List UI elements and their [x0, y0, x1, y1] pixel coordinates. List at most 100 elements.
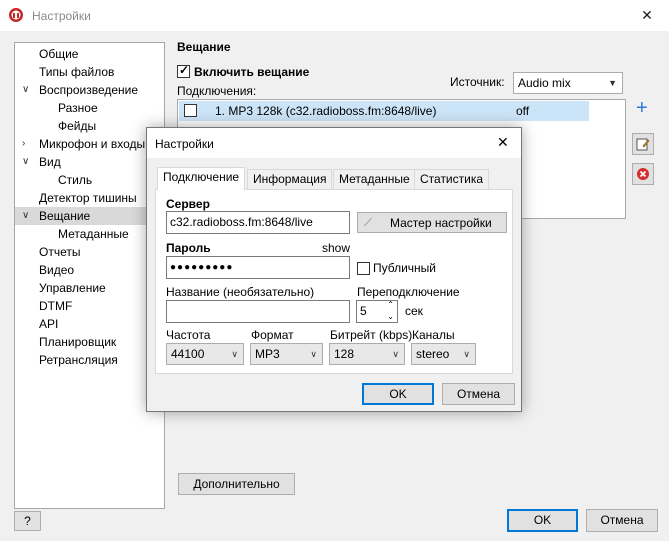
samplerate-value: 44100 — [171, 347, 205, 361]
tab-metadata[interactable]: Метаданные — [333, 169, 416, 190]
tree-item-silence-detector[interactable]: Детектор тишины — [15, 189, 164, 207]
connection-settings-dialog: Настройки ✕ Подключение Информация Метад… — [146, 127, 522, 412]
tree-item-label: Вещание — [39, 209, 91, 223]
edit-icon — [636, 138, 650, 151]
samplerate-label: Частота — [166, 328, 211, 342]
connection-enable-checkbox[interactable] — [184, 104, 197, 117]
server-label: Сервер — [166, 197, 210, 211]
chevron-down-icon[interactable]: ∨ — [22, 81, 29, 99]
connection-status: off — [516, 104, 530, 118]
channels-label: Каналы — [412, 328, 455, 342]
tree-item-label: Вид — [39, 155, 61, 169]
tree-item-file-types[interactable]: Типы файлов — [15, 63, 164, 81]
tree-item-label: Управление — [39, 281, 106, 295]
reconnect-unit: сек — [405, 304, 423, 318]
tree-item-dtmf[interactable]: DTMF — [15, 297, 164, 315]
close-window-button[interactable]: ✕ — [632, 4, 662, 26]
chevron-down-icon[interactable]: ∨ — [22, 153, 29, 171]
bitrate-value: 128 — [334, 347, 355, 361]
close-dialog-button[interactable]: ✕ — [497, 134, 509, 151]
show-password-link[interactable]: show — [322, 241, 350, 255]
password-input[interactable]: ●●●●●●●●● — [166, 256, 350, 279]
setup-wizard-button[interactable]: ⟋ Мастер настройки — [357, 212, 507, 233]
tab-statistics[interactable]: Статистика — [414, 169, 490, 190]
dialog-title-bar: Настройки ✕ — [147, 128, 521, 158]
dialog-ok-button[interactable]: OK — [362, 383, 434, 405]
chevron-down-icon: ∨ — [231, 349, 238, 359]
chevron-down-icon: ∨ — [463, 349, 470, 359]
dialog-title: Настройки — [155, 137, 214, 151]
cancel-button[interactable]: Отмена — [586, 509, 658, 532]
name-label: Название (необязательно) — [166, 285, 315, 299]
samplerate-select[interactable]: 44100 ∨ — [166, 343, 244, 365]
reconnect-label: Переподключение — [357, 285, 460, 299]
bitrate-select[interactable]: 128 ∨ — [329, 343, 405, 365]
tree-item-label: Разное — [58, 101, 98, 115]
advanced-button[interactable]: Дополнительно — [178, 473, 295, 495]
tree-item-label: Воспроизведение — [39, 83, 139, 97]
tree-item-relay[interactable]: Ретрансляция — [15, 351, 164, 369]
tree-item-label: Метаданные — [58, 227, 129, 241]
tree-item-control[interactable]: Управление — [15, 279, 164, 297]
tree-item-label: Микрофон и входы — [39, 137, 146, 151]
name-input[interactable] — [166, 300, 350, 323]
tree-item-scheduler[interactable]: Планировщик — [15, 333, 164, 351]
tree-item-video[interactable]: Видео — [15, 261, 164, 279]
tree-item-label: Отчеты — [39, 245, 81, 259]
tree-item-label: Планировщик — [39, 335, 117, 349]
public-checkbox[interactable] — [357, 262, 370, 275]
tree-item-label: Фейды — [58, 119, 97, 133]
spinner-arrows-icon[interactable]: ⌃ ⌄ — [387, 299, 394, 323]
tree-item-metadata[interactable]: Метаданные — [15, 225, 164, 243]
settings-tree: Общие Типы файлов ∨ Воспроизведение Разно… — [14, 42, 165, 509]
ok-button[interactable]: OK — [507, 509, 578, 532]
tree-item-fades[interactable]: Фейды — [15, 117, 164, 135]
tree-item-microphone[interactable]: › Микрофон и входы — [15, 135, 164, 153]
delete-icon — [637, 168, 649, 180]
chevron-down-icon[interactable]: ∨ — [22, 207, 29, 225]
public-label: Публичный — [373, 261, 437, 275]
tree-item-view[interactable]: ∨ Вид — [15, 153, 164, 171]
source-label: Источник: — [450, 75, 505, 89]
help-button[interactable]: ? — [14, 511, 41, 531]
delete-connection-button[interactable] — [632, 163, 654, 185]
tree-item-label: Видео — [39, 263, 75, 277]
plus-icon: + — [636, 97, 648, 119]
tab-panel: Сервер c32.radioboss.fm:8648/live ⟋ Маст… — [155, 189, 513, 374]
section-title: Вещание — [177, 40, 231, 54]
connection-row[interactable]: 1. MP3 128k (c32.radioboss.fm:8648/live)… — [179, 101, 589, 121]
channels-value: stereo — [416, 347, 450, 361]
tree-item-api[interactable]: API — [15, 315, 164, 333]
tab-connection[interactable]: Подключение — [157, 167, 246, 190]
tree-item-reports[interactable]: Отчеты — [15, 243, 164, 261]
tree-item-general[interactable]: Общие — [15, 45, 164, 63]
channels-select[interactable]: stereo ∨ — [411, 343, 476, 365]
title-bar: Настройки ✕ — [0, 0, 669, 31]
reconnect-spinner[interactable]: 5 ⌃ ⌄ — [356, 300, 398, 323]
tab-info[interactable]: Информация — [247, 169, 333, 190]
source-select[interactable]: Audio mix ▼ — [513, 72, 623, 94]
tree-item-playback[interactable]: ∨ Воспроизведение — [15, 81, 164, 99]
tree-item-misc[interactable]: Разное — [15, 99, 164, 117]
tree-item-label: Детектор тишины — [39, 191, 137, 205]
chevron-down-icon: ∨ — [392, 349, 399, 359]
connection-name: 1. MP3 128k (c32.radioboss.fm:8648/live) — [215, 104, 437, 118]
bitrate-label: Битрейт (kbps) — [330, 328, 413, 342]
add-connection-button[interactable]: + — [632, 97, 654, 123]
enable-broadcast-checkbox[interactable] — [177, 63, 190, 78]
tree-item-style[interactable]: Стиль — [15, 171, 164, 189]
enable-broadcast-label: Включить вещание — [194, 65, 310, 79]
tree-item-broadcast[interactable]: ∨ Вещание — [15, 207, 164, 225]
server-input[interactable]: c32.radioboss.fm:8648/live — [166, 211, 350, 234]
reconnect-value: 5 — [360, 304, 367, 318]
tree-item-label: Общие — [39, 47, 79, 61]
source-value: Audio mix — [518, 76, 571, 90]
edit-connection-button[interactable] — [632, 133, 654, 155]
chevron-down-icon: ▼ — [608, 78, 617, 88]
app-logo-icon — [9, 8, 23, 22]
format-select[interactable]: MP3 ∨ — [250, 343, 323, 365]
chevron-down-icon: ∨ — [310, 349, 317, 359]
tree-item-label: Типы файлов — [39, 65, 115, 79]
dialog-cancel-button[interactable]: Отмена — [442, 383, 515, 405]
chevron-right-icon[interactable]: › — [22, 135, 25, 153]
